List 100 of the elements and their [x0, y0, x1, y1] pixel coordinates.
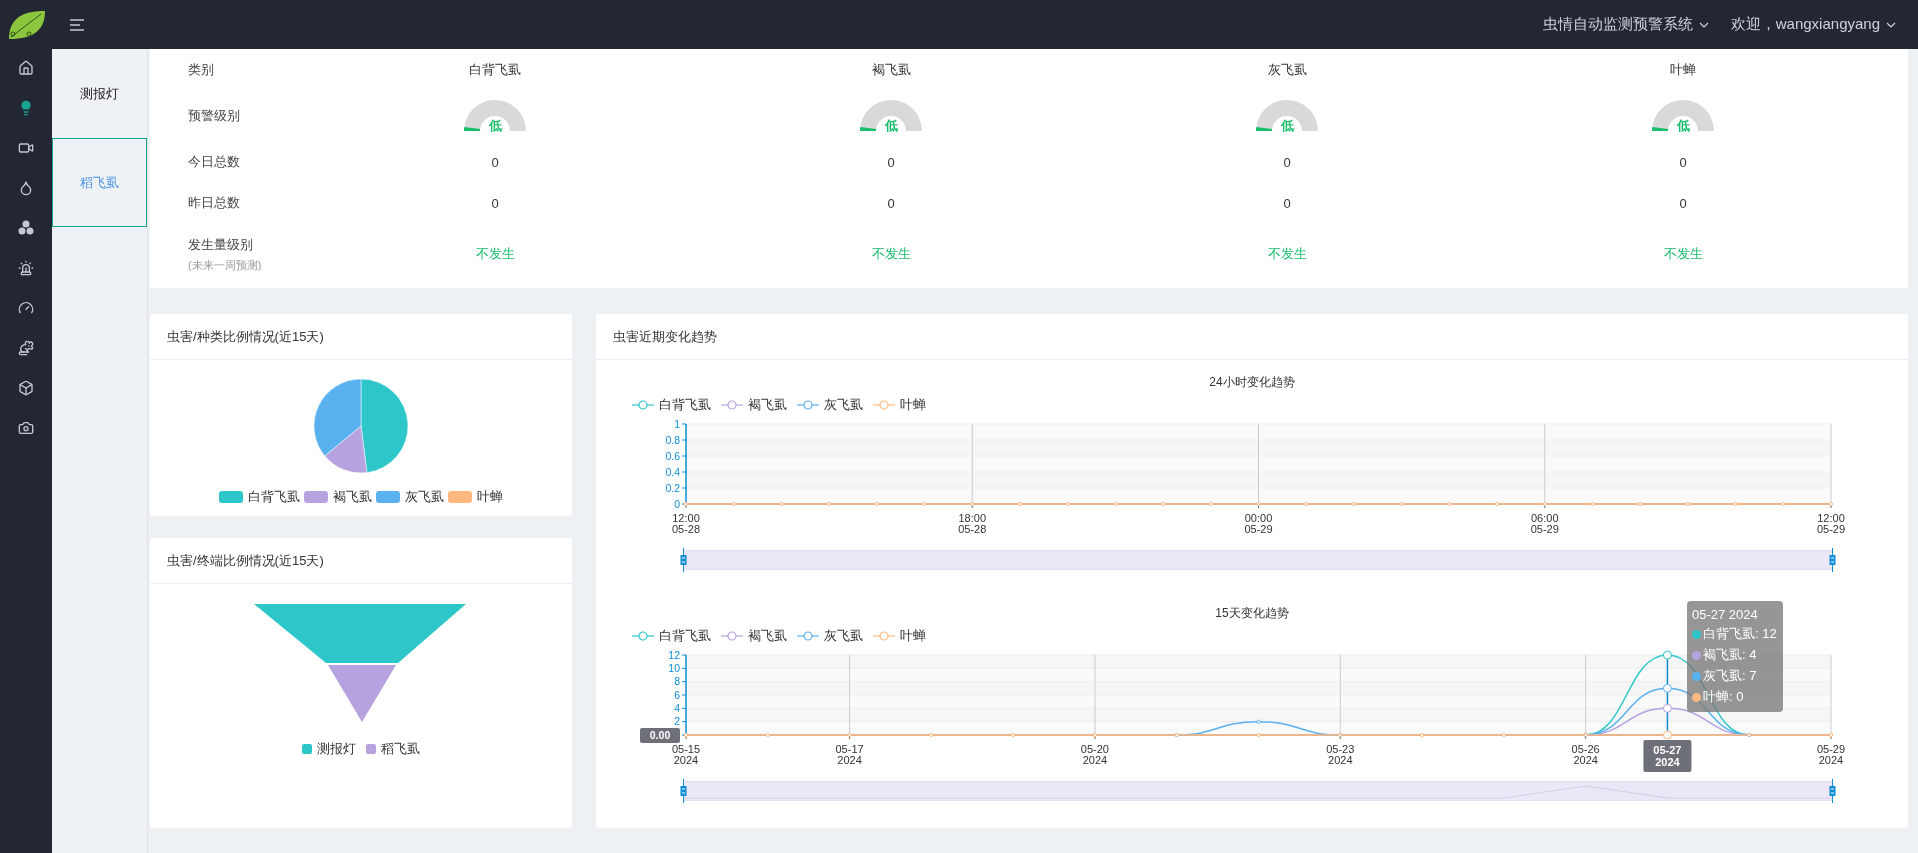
- table-cell: 0: [1679, 195, 1687, 211]
- y-tick-label: 0: [674, 497, 680, 510]
- column-header: 叶蝉: [1670, 61, 1696, 79]
- tooltip-item: 白背飞虱: 12: [1692, 625, 1777, 643]
- box-icon: [18, 380, 34, 396]
- nav-button[interactable]: [16, 58, 36, 78]
- gauge-track: [464, 100, 526, 131]
- gauge-icon: [18, 300, 34, 316]
- table-cell: 不发生: [871, 245, 911, 263]
- video-camera-icon: [18, 140, 34, 156]
- x-tick-label: 00:00 05-29: [1244, 512, 1273, 535]
- table-cell: 0: [887, 195, 895, 211]
- gauge-label: 低: [1280, 118, 1294, 133]
- x-tick-label: 05-20 2024: [1080, 743, 1109, 766]
- row-label: 类别: [187, 61, 215, 79]
- siren-icon: [18, 260, 34, 276]
- legend-line-icon: [873, 631, 895, 641]
- sub-nav-item[interactable]: 测报灯: [52, 49, 147, 138]
- nav-button[interactable]: [16, 258, 36, 278]
- card-title: 虫害/种类比例情况(近15天): [167, 327, 324, 346]
- y-tick-label: 2: [674, 715, 680, 728]
- legend-item[interactable]: 叶蝉: [873, 396, 926, 414]
- slider-handle[interactable]: [680, 779, 687, 803]
- legend-line-icon: [632, 631, 654, 641]
- table-cell: 0: [491, 195, 499, 211]
- lightbulb-icon: [18, 100, 34, 116]
- legend-item[interactable]: 叶蝉: [873, 627, 926, 645]
- card-title: 虫害/终端比例情况(近15天): [167, 551, 324, 570]
- tooltip-item: 褐飞虱: 4: [1692, 646, 1777, 664]
- y-tick-label: 10: [668, 661, 680, 674]
- gauge-track: [1256, 100, 1318, 131]
- rat-icon: [18, 340, 34, 356]
- funnel-segment: [328, 665, 396, 722]
- tooltip-item: 灰飞虱: 7: [1692, 667, 1777, 685]
- y-tick-label: 4: [674, 701, 680, 714]
- x-tick-label: 12:00 05-28: [671, 512, 701, 535]
- column-header: 褐飞虱: [871, 61, 911, 79]
- y-tick-label: 0.2: [665, 481, 680, 494]
- y-tick-label: 8: [674, 675, 680, 688]
- y-tick-label: 0.8: [665, 433, 680, 446]
- legend-item[interactable]: 褐飞虱: [304, 488, 372, 506]
- nav-button[interactable]: [16, 378, 36, 398]
- gauge-label: 低: [488, 118, 502, 133]
- x-tick-label: 05-23 2024: [1326, 743, 1355, 766]
- row-label: 发生量级别: [188, 235, 254, 254]
- x-tick-label: 05-15 2024: [671, 743, 701, 766]
- legend-item[interactable]: 白背飞虱: [219, 488, 300, 506]
- legend-item[interactable]: 测报灯: [302, 740, 356, 758]
- axis-pointer-label: 0.00: [640, 728, 680, 743]
- system-menu[interactable]: 虫情自动监测预警系统: [1542, 11, 1709, 38]
- legend-item[interactable]: 褐飞虱: [721, 627, 787, 645]
- gauge-label: 低: [1676, 118, 1690, 133]
- axis-pointer-label: 05-27 2024: [1643, 740, 1692, 772]
- slider-handle[interactable]: [1829, 548, 1836, 572]
- y-tick-label: 0.4: [665, 465, 680, 478]
- circles-icon: [17, 219, 35, 237]
- table-cell: 0: [1283, 195, 1291, 211]
- table-cell: 0: [887, 154, 895, 170]
- user-menu[interactable]: 欢迎，wangxiangyang: [1730, 11, 1896, 38]
- chart-title: 24小时变化趋势: [1209, 373, 1295, 391]
- legend-line-icon: [721, 631, 743, 641]
- slider-handle[interactable]: [680, 548, 687, 572]
- tooltip-title: 05-27 2024: [1692, 607, 1759, 622]
- column-header: 白背飞虱: [469, 61, 521, 79]
- legend-item[interactable]: 褐飞虱: [721, 396, 787, 414]
- house-icon: [18, 60, 34, 76]
- legend-item[interactable]: 灰飞虱: [797, 627, 863, 645]
- table-cell: 不发生: [475, 245, 515, 263]
- table-cell: 不发生: [1267, 245, 1307, 263]
- legend-item[interactable]: 稻飞虱: [366, 740, 420, 758]
- chevron-down-icon: [1886, 21, 1896, 28]
- menu-icon[interactable]: [70, 18, 84, 31]
- x-tick-label: 05-17 2024: [835, 743, 864, 766]
- table-cell: 0: [491, 154, 499, 170]
- x-tick-label: 05-29 2024: [1816, 743, 1846, 766]
- legend-line-icon: [797, 400, 819, 410]
- slider-handle[interactable]: [1829, 779, 1836, 803]
- legend-item[interactable]: 白背飞虱: [632, 396, 711, 414]
- x-tick-label: 06:00 05-29: [1530, 512, 1559, 535]
- gauge-track: [1652, 100, 1714, 131]
- y-tick-label: 0.6: [665, 449, 680, 462]
- y-tick-label: 6: [674, 688, 680, 701]
- legend-line-icon: [632, 400, 654, 410]
- legend-line-icon: [721, 400, 743, 410]
- legend-item[interactable]: 灰飞虱: [797, 396, 863, 414]
- gauge-track: [860, 100, 922, 131]
- row-label: 今日总数: [187, 153, 241, 171]
- y-tick-label: 1: [674, 417, 680, 430]
- nav-button[interactable]: [16, 338, 36, 358]
- row-note: (未来一周预测): [188, 257, 263, 273]
- table-cell: 0: [1679, 154, 1687, 170]
- y-tick-label: 12: [668, 648, 680, 661]
- legend-item[interactable]: 叶蝉: [448, 488, 503, 506]
- table-cell: 不发生: [1663, 245, 1703, 263]
- card-title: 虫害近期变化趋势: [613, 327, 717, 346]
- row-label: 昨日总数: [187, 194, 241, 212]
- legend-item[interactable]: 白背飞虱: [632, 627, 711, 645]
- droplet-icon: [18, 180, 34, 196]
- table-cell: 0: [1283, 154, 1291, 170]
- legend-item[interactable]: 灰飞虱: [376, 488, 444, 506]
